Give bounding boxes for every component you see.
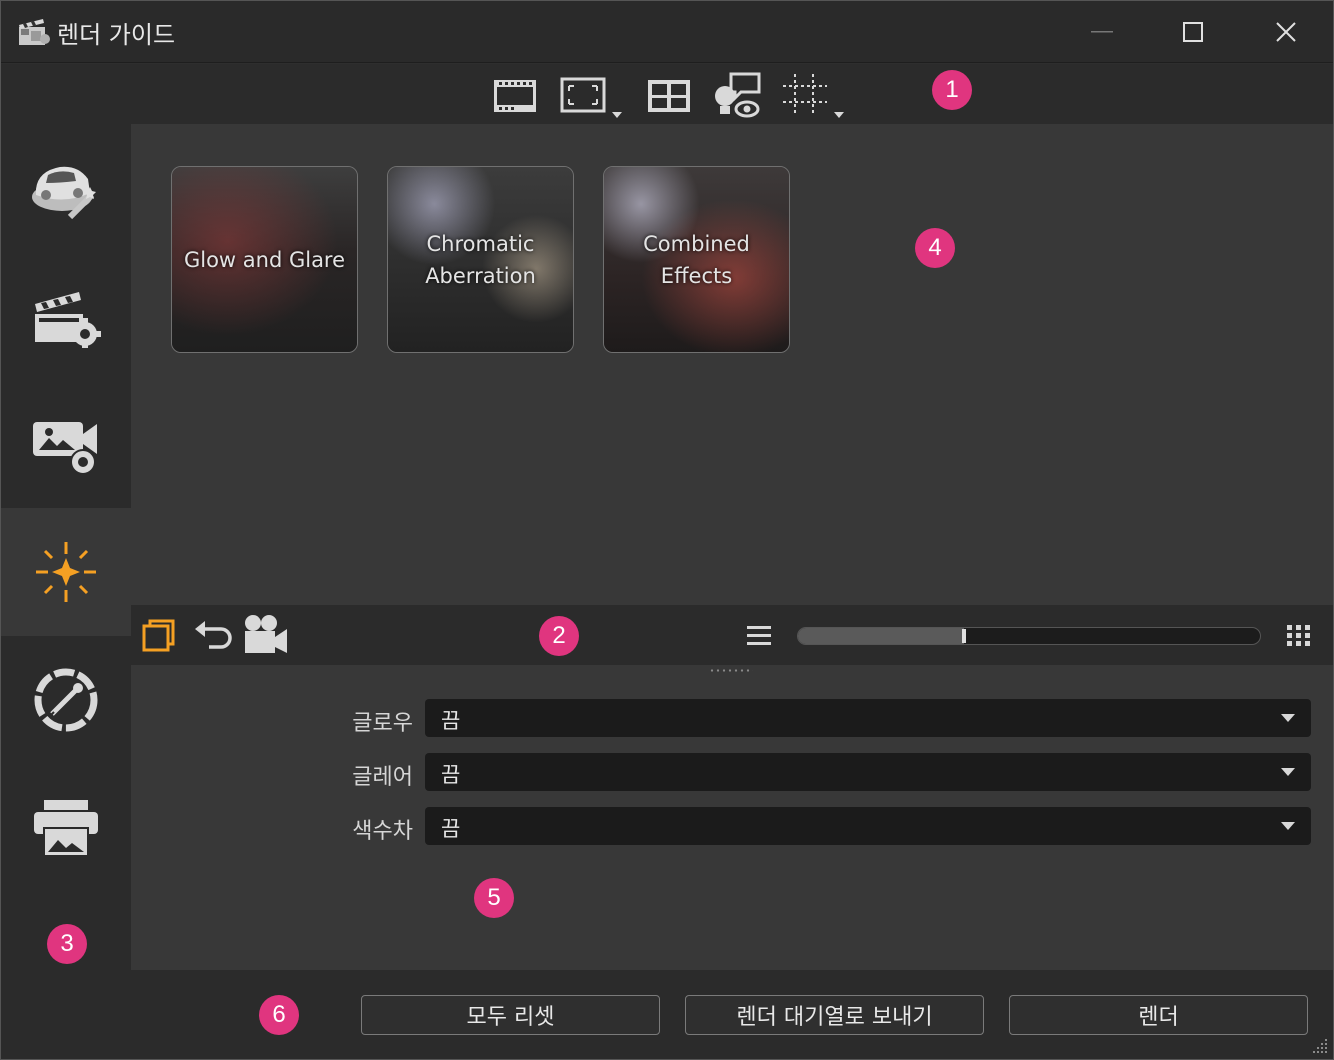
car-wand-icon (32, 166, 96, 220)
printer-icon (34, 800, 98, 857)
effect-properties: 글로우 끔 글레어 끔 색수차 끔 (131, 677, 1333, 970)
sidebar (1, 124, 131, 970)
sparkle-icon (36, 542, 96, 602)
minimize-icon (1091, 31, 1113, 33)
send-to-queue-button[interactable]: 렌더 대기열로 보내기 (685, 995, 984, 1035)
preset-card-combined-effects[interactable]: Combined Effects (603, 166, 790, 353)
preset-card-label: Chromatic Aberration (425, 231, 536, 288)
layout-grid-icon (648, 80, 690, 112)
callout-marker: 5 (474, 878, 514, 918)
panel-splitter[interactable] (131, 665, 1333, 677)
preset-card-label: Combined Effects (643, 231, 750, 288)
thumbnail-size-slider[interactable] (797, 627, 1261, 645)
reset-all-button[interactable]: 모두 리셋 (361, 995, 660, 1035)
region-dropdown-icon (560, 77, 622, 118)
preset-toolbar (131, 605, 1333, 665)
callout-marker: 4 (915, 228, 955, 268)
chromatic-aberration-select[interactable]: 끔 (425, 807, 1311, 845)
sidebar-item-post-effects[interactable] (1, 508, 131, 636)
undo-button[interactable] (193, 617, 235, 653)
minimize-button[interactable] (1056, 1, 1150, 63)
film-frame-icon (494, 80, 536, 112)
list-view-icon (747, 626, 771, 645)
camera-gear-icon (33, 422, 97, 475)
slider-fill (798, 628, 964, 644)
sidebar-item-car-wand[interactable] (1, 124, 131, 252)
resize-grip-icon[interactable] (1311, 1037, 1329, 1055)
grid-view-icon (1287, 625, 1310, 646)
sidebar-item-color-picker[interactable] (1, 636, 131, 764)
sidebar-item-camera-gear[interactable] (1, 380, 131, 508)
property-row-glow: 글로우 끔 (131, 699, 1333, 737)
glare-select[interactable]: 끔 (425, 753, 1311, 791)
movie-camera-button[interactable] (241, 613, 289, 655)
preset-card-label: Glow and Glare (183, 247, 346, 272)
window-title: 렌더 가이드 (57, 21, 176, 49)
list-view-button[interactable] (745, 623, 773, 647)
splitter-grip (709, 669, 753, 672)
maximize-icon (1183, 22, 1203, 42)
copy-button[interactable] (141, 617, 175, 653)
preset-gallery: Glow and Glare Chromatic Aberration Comb… (131, 124, 1333, 605)
film-frame-button[interactable] (491, 72, 539, 120)
view-toolbar (1, 64, 1333, 124)
property-label: 색수차 (352, 819, 413, 844)
color-picker-icon (34, 668, 98, 732)
sidebar-item-clapper-gear[interactable] (1, 252, 131, 380)
copy-icon (142, 619, 175, 652)
grid-view-button[interactable] (1285, 623, 1313, 649)
callout-marker: 1 (932, 70, 972, 110)
layout-grid-button[interactable] (645, 72, 693, 120)
close-icon (1276, 22, 1296, 42)
property-label: 글레어 (352, 765, 413, 790)
light-preview-button[interactable] (711, 72, 763, 120)
sidebar-item-print[interactable] (1, 764, 131, 892)
preset-card-glow-glare[interactable]: Glow and Glare (171, 166, 358, 353)
movie-camera-icon (245, 615, 287, 653)
chevron-down-icon (1281, 714, 1295, 722)
maximize-button[interactable] (1146, 1, 1240, 63)
light-preview-icon (715, 72, 761, 118)
grid-dropdown-icon (783, 74, 844, 118)
grid-dropdown-button[interactable] (781, 72, 849, 120)
region-dropdown-button[interactable] (559, 72, 627, 120)
select-value: 끔 (441, 709, 461, 733)
title-bar: 렌더 가이드 (1, 1, 1333, 63)
clapperboard-icon (19, 19, 50, 45)
action-bar: 모두 리셋 렌더 대기열로 보내기 렌더 (1, 970, 1333, 1059)
property-row-glare: 글레어 끔 (131, 753, 1333, 791)
callout-marker: 2 (539, 616, 579, 656)
close-button[interactable] (1239, 1, 1333, 63)
glow-select[interactable]: 끔 (425, 699, 1311, 737)
chevron-down-icon (1281, 768, 1295, 776)
select-value: 끔 (441, 763, 461, 787)
clapper-gear-icon (35, 292, 101, 348)
property-row-chromatic-aberration: 색수차 끔 (131, 807, 1333, 845)
select-value: 끔 (441, 817, 461, 841)
property-label: 글로우 (352, 711, 413, 736)
undo-icon (195, 621, 232, 649)
callout-marker: 6 (259, 995, 299, 1035)
render-guide-window: 렌더 가이드 Glow and Glare Chromatic Aberrati… (0, 0, 1334, 1060)
preset-card-chromatic-aberration[interactable]: Chromatic Aberration (387, 166, 574, 353)
slider-thumb[interactable] (962, 629, 966, 643)
callout-marker: 3 (47, 924, 87, 964)
render-button[interactable]: 렌더 (1009, 995, 1308, 1035)
chevron-down-icon (1281, 822, 1295, 830)
